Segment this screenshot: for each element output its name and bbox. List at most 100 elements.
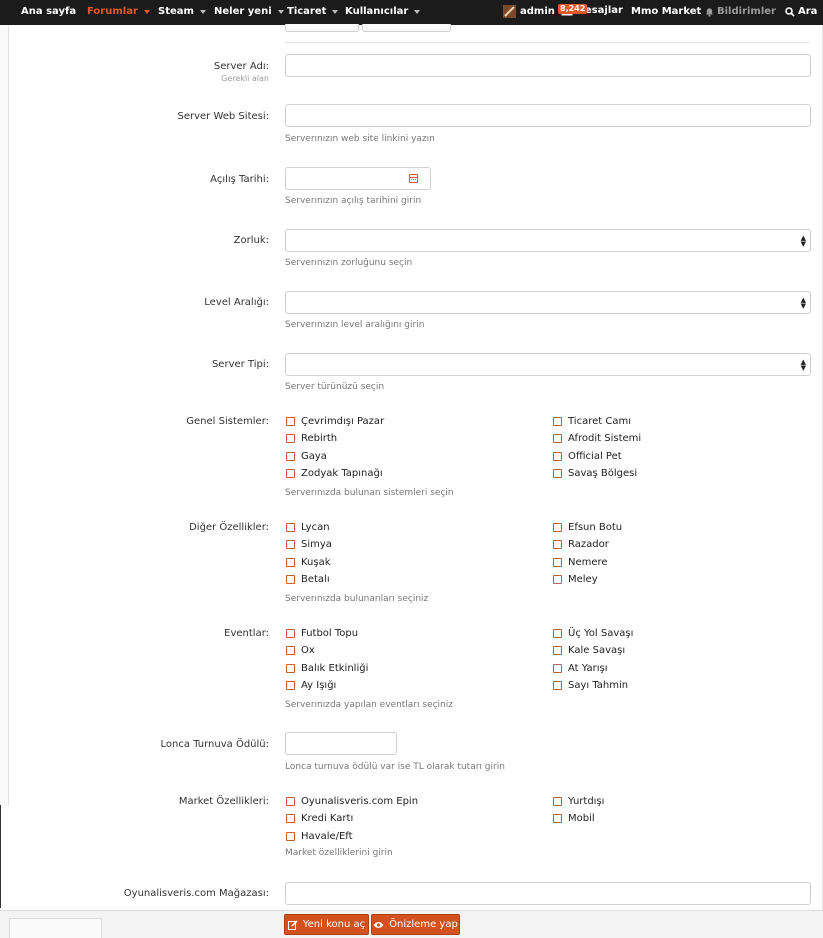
checkbox-box[interactable]: [553, 575, 562, 584]
guild-prize-input[interactable]: [285, 732, 397, 755]
checkbox-label: Futbol Topu: [301, 628, 359, 639]
level-range-select[interactable]: ▲ ▼: [285, 291, 811, 314]
editor-tab-button[interactable]: [285, 24, 359, 32]
checkbox-box[interactable]: [286, 814, 295, 823]
checkbox-label: Çevrimdışı Pazar: [301, 416, 385, 427]
checkbox-label: Sayı Tahmin: [568, 680, 629, 691]
market-features-checkbox[interactable]: Kredi Kartı: [286, 813, 353, 824]
other-features-checkbox[interactable]: Kuşak: [286, 557, 331, 568]
server-name-input[interactable]: [285, 54, 811, 77]
nav-users[interactable]: Kullanıcılar: [345, 6, 421, 17]
events-checkbox[interactable]: Ox: [286, 645, 315, 656]
checkbox-label: Savaş Bölgesi: [568, 468, 638, 479]
other-features-checkbox[interactable]: Meley: [553, 574, 598, 585]
checkbox-box[interactable]: [553, 797, 562, 806]
checkbox-box[interactable]: [286, 540, 295, 549]
nav-user-account[interactable]: admin: [503, 5, 555, 18]
open-date-input[interactable]: [285, 167, 398, 190]
events-checkbox[interactable]: Balık Etkinliği: [286, 663, 368, 674]
general-systems-checkbox[interactable]: Afrodit Sistemi: [553, 433, 641, 444]
market-features-checkbox[interactable]: Yurtdışı: [553, 796, 604, 807]
checkbox-box[interactable]: [286, 646, 295, 655]
checkbox-box[interactable]: [553, 540, 562, 549]
checkbox-box[interactable]: [553, 646, 562, 655]
avatar: [503, 5, 516, 18]
messages-count-badge: 8,242: [558, 4, 588, 14]
general-systems-checkbox[interactable]: Official Pet: [553, 451, 622, 462]
checkbox-box[interactable]: [286, 452, 295, 461]
checkbox-box[interactable]: [286, 434, 295, 443]
other-features-checkbox[interactable]: Razador: [553, 539, 609, 550]
editor-tab-button[interactable]: [362, 24, 451, 32]
events-checkbox[interactable]: Futbol Topu: [286, 628, 358, 639]
other-features-checkbox[interactable]: Efsun Botu: [553, 522, 622, 533]
nav-whats-new-label: Neler yeni: [214, 6, 272, 17]
create-thread-button[interactable]: Yeni konu aç: [284, 914, 369, 935]
checkbox-box[interactable]: [553, 681, 562, 690]
open-date-label: Açılış Tarihi:: [210, 174, 269, 185]
server-type-select[interactable]: ▲ ▼: [285, 353, 811, 376]
checkbox-box[interactable]: [286, 558, 295, 567]
checkbox-box[interactable]: [286, 797, 295, 806]
other-features-checkbox[interactable]: Betalı: [286, 574, 330, 585]
checkbox-label: At Yarışı: [568, 663, 608, 674]
server-type-hint: Server türünüzü seçin: [285, 382, 385, 392]
checkbox-box[interactable]: [553, 452, 562, 461]
events-checkbox[interactable]: Kale Savaşı: [553, 645, 625, 656]
checkbox-box[interactable]: [553, 417, 562, 426]
nav-whats-new[interactable]: Neler yeni: [214, 6, 284, 17]
other-features-checkbox[interactable]: Nemere: [553, 557, 608, 568]
checkbox-box[interactable]: [286, 629, 295, 638]
chevron-down-icon: [277, 9, 284, 14]
server-name-label: Server Adı:: [213, 61, 269, 72]
checkbox-box[interactable]: [286, 523, 295, 532]
nav-steam[interactable]: Steam: [158, 6, 206, 17]
events-checkbox[interactable]: Sayı Tahmin: [553, 680, 628, 691]
nav-trade[interactable]: Ticaret: [287, 6, 339, 17]
events-checkbox[interactable]: Üç Yol Savaşı: [553, 628, 633, 639]
checkbox-box[interactable]: [553, 558, 562, 567]
difficulty-select[interactable]: ▲ ▼: [285, 229, 811, 252]
nav-home[interactable]: Ana sayfa: [21, 6, 76, 17]
market-features-checkbox[interactable]: Havale/Eft: [286, 831, 353, 842]
general-systems-checkbox[interactable]: Ticaret Camı: [553, 416, 631, 427]
left-page-edge: [0, 25, 9, 805]
general-systems-label: Genel Sistemler:: [186, 416, 269, 427]
general-systems-checkbox[interactable]: Çevrimdışı Pazar: [286, 416, 384, 427]
checkbox-label: Ay Işığı: [301, 680, 337, 691]
checkbox-box[interactable]: [286, 575, 295, 584]
other-features-checkbox[interactable]: Simya: [286, 539, 332, 550]
chevron-down-icon: [199, 9, 206, 14]
checkbox-box[interactable]: [286, 832, 295, 841]
general-systems-checkbox[interactable]: Rebirth: [286, 433, 337, 444]
date-picker-button[interactable]: [397, 167, 431, 190]
events-checkbox[interactable]: Ay Işığı: [286, 680, 336, 691]
checkbox-box[interactable]: [286, 417, 295, 426]
website-input[interactable]: [285, 104, 811, 127]
checkbox-box[interactable]: [286, 681, 295, 690]
checkbox-box[interactable]: [553, 629, 562, 638]
checkbox-box[interactable]: [553, 664, 562, 673]
checkbox-label: Havale/Eft: [301, 831, 353, 842]
market-features-checkbox[interactable]: Oyunalisveris.com Epin: [286, 796, 418, 807]
events-label: Eventlar:: [224, 628, 269, 639]
preview-button[interactable]: Önizleme yap: [371, 914, 460, 935]
nav-mmo-market[interactable]: Mmo Market: [631, 6, 701, 17]
checkbox-box[interactable]: [553, 814, 562, 823]
nav-search[interactable]: Ara: [785, 6, 817, 17]
nav-notifications[interactable]: Bildirimler: [705, 6, 776, 17]
market-features-checkbox[interactable]: Mobil: [553, 813, 595, 824]
checkbox-box[interactable]: [286, 664, 295, 673]
general-systems-checkbox[interactable]: Savaş Bölgesi: [553, 468, 637, 479]
events-checkbox[interactable]: At Yarışı: [553, 663, 608, 674]
checkbox-box[interactable]: [553, 523, 562, 532]
nav-forums[interactable]: Forumlar: [87, 6, 150, 17]
checkbox-box[interactable]: [553, 469, 562, 478]
general-systems-checkbox[interactable]: Gaya: [286, 451, 327, 462]
store-input[interactable]: [285, 882, 811, 905]
checkbox-box[interactable]: [286, 469, 295, 478]
other-features-checkbox[interactable]: Lycan: [286, 522, 330, 533]
checkbox-label: Kale Savaşı: [568, 645, 626, 656]
checkbox-box[interactable]: [553, 434, 562, 443]
general-systems-checkbox[interactable]: Zodyak Tapınağı: [286, 468, 383, 479]
